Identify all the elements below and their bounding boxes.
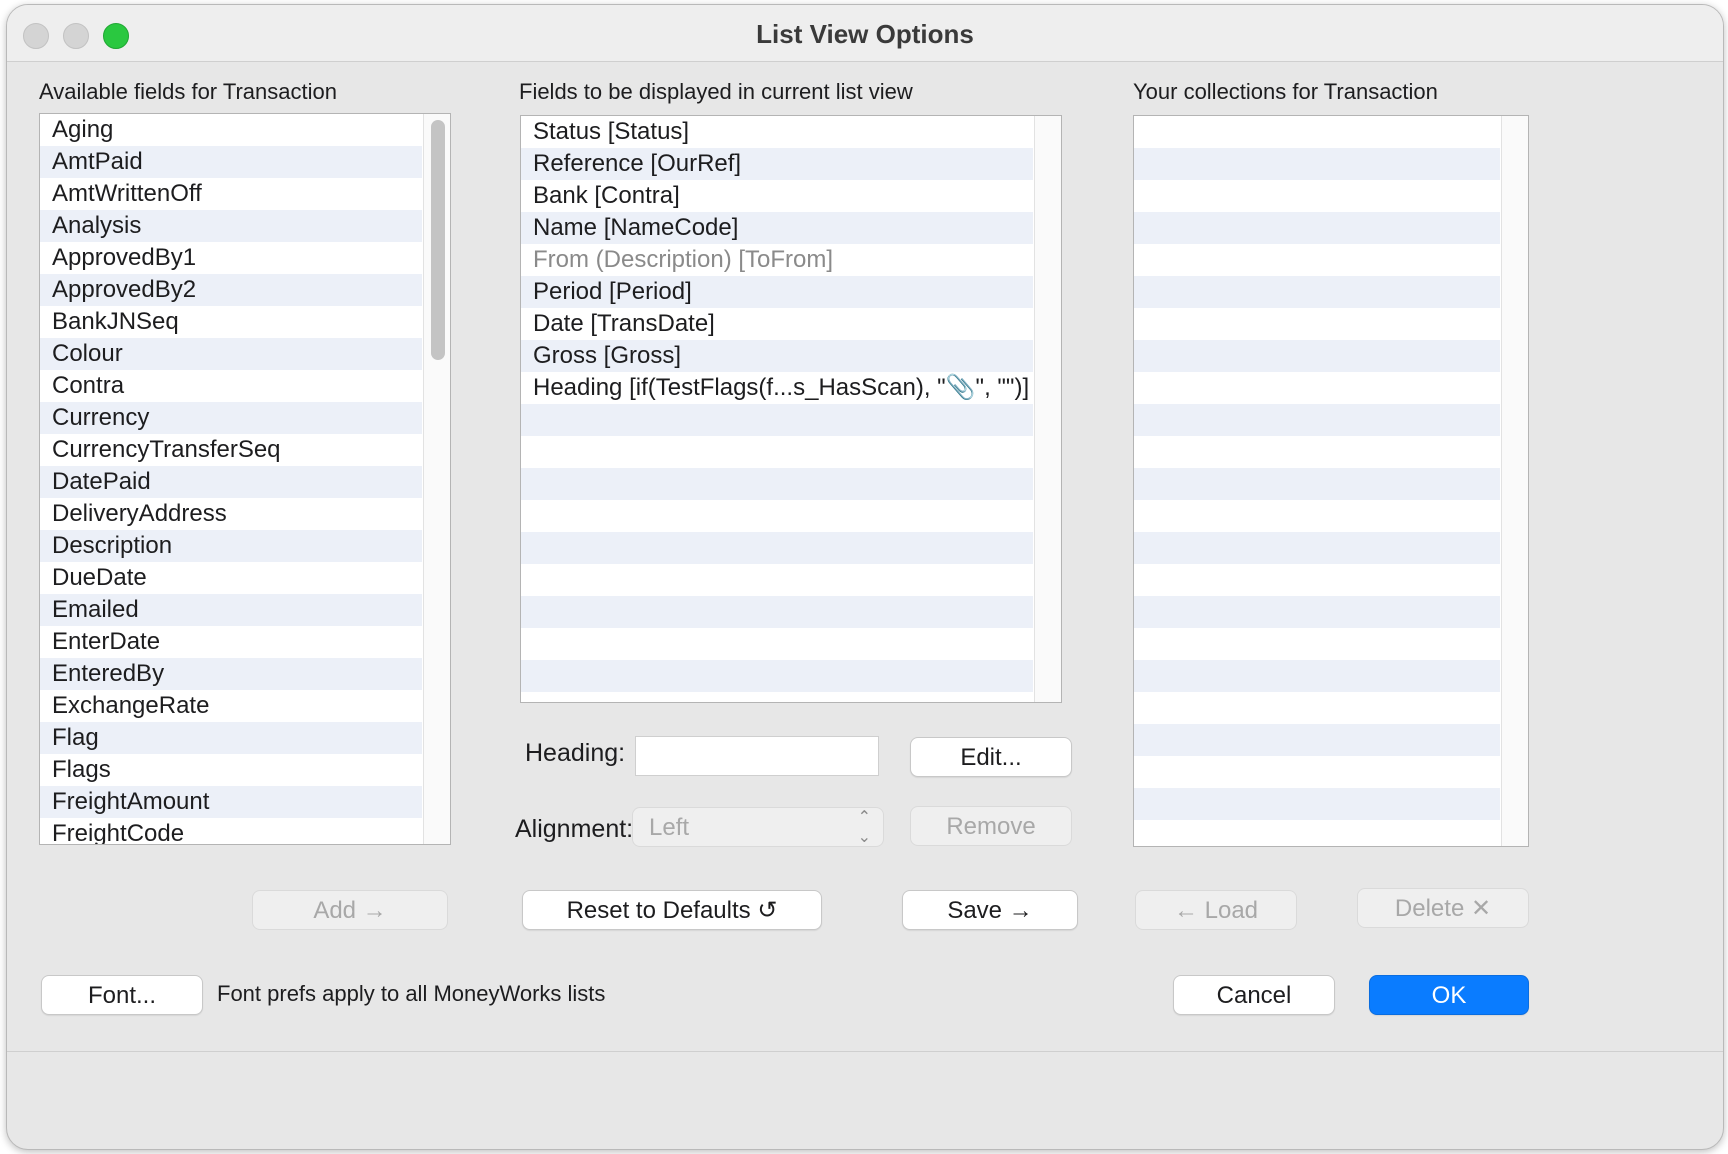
list-item[interactable]: DeliveryAddress — [40, 498, 422, 530]
heading-label: Heading: — [525, 739, 626, 767]
list-item[interactable]: CurrencyTransferSeq — [40, 434, 422, 466]
list-item[interactable]: DatePaid — [40, 466, 422, 498]
window-title: List View Options — [756, 19, 974, 49]
delete-button[interactable]: Delete ✕ — [1357, 888, 1529, 928]
load-button[interactable]: ← Load — [1135, 890, 1297, 930]
empty-row — [521, 468, 1033, 500]
empty-row — [1134, 820, 1500, 846]
alignment-value: Left — [649, 814, 690, 841]
cancel-button[interactable]: Cancel — [1173, 975, 1335, 1015]
empty-row — [1134, 756, 1500, 788]
list-item[interactable]: FreightCode — [40, 818, 422, 844]
displayed-fields-list[interactable]: Status [Status] Reference [OurRef] Bank [C… — [520, 115, 1062, 703]
empty-row — [1134, 308, 1500, 340]
font-prefs-note: Font prefs apply to all MoneyWorks lists — [217, 981, 606, 1006]
reset-to-defaults-button[interactable]: Reset to Defaults ↺ — [522, 890, 822, 930]
save-button[interactable]: Save → — [902, 890, 1078, 930]
empty-row — [1134, 244, 1500, 276]
list-item[interactable]: ApprovedBy1 — [40, 242, 422, 274]
list-item[interactable]: Flag — [40, 722, 422, 754]
list-item[interactable]: Reference [OurRef] — [521, 148, 1033, 180]
displayed-fields-rows: Status [Status] Reference [OurRef] Bank [C… — [521, 116, 1033, 702]
displayed-fields-scrollbar[interactable] — [1034, 116, 1061, 702]
empty-row — [1134, 340, 1500, 372]
empty-row — [521, 660, 1033, 692]
list-item[interactable]: ExchangeRate — [40, 690, 422, 722]
list-item[interactable]: Description — [40, 530, 422, 562]
list-item[interactable]: Analysis — [40, 210, 422, 242]
empty-row — [521, 692, 1033, 702]
list-item[interactable]: Status [Status] — [521, 116, 1033, 148]
list-item[interactable]: Name [NameCode] — [521, 212, 1033, 244]
list-item[interactable]: From (Description) [ToFrom] — [521, 244, 1033, 276]
empty-row — [1134, 788, 1500, 820]
empty-row — [521, 436, 1033, 468]
empty-row — [1134, 692, 1500, 724]
list-item[interactable]: AmtWrittenOff — [40, 178, 422, 210]
list-item[interactable]: Heading [if(TestFlags(f...s_HasScan), "📎… — [521, 372, 1033, 404]
empty-row — [1134, 180, 1500, 212]
empty-row — [1134, 660, 1500, 692]
empty-row — [521, 596, 1033, 628]
list-item[interactable]: AmtPaid — [40, 146, 422, 178]
list-item[interactable]: DueDate — [40, 562, 422, 594]
empty-row — [1134, 468, 1500, 500]
empty-row — [1134, 276, 1500, 308]
empty-row — [521, 500, 1033, 532]
font-button[interactable]: Font... — [41, 975, 203, 1015]
list-item[interactable]: EnterDate — [40, 626, 422, 658]
list-item[interactable]: Date [TransDate] — [521, 308, 1033, 340]
stepper-chevrons-icon: ⌃ ⌄ — [857, 809, 871, 846]
available-fields-rows: Aging AmtPaid AmtWrittenOff Analysis Approve… — [40, 114, 422, 844]
available-fields-scroll-thumb[interactable] — [431, 120, 445, 360]
available-fields-scrollbar[interactable] — [423, 114, 450, 844]
heading-input[interactable] — [635, 736, 879, 776]
list-item[interactable]: Contra — [40, 370, 422, 402]
alignment-label: Alignment: — [515, 815, 634, 843]
empty-row — [1134, 596, 1500, 628]
empty-row — [1134, 628, 1500, 660]
empty-row — [1134, 564, 1500, 596]
list-item[interactable]: BankJNSeq — [40, 306, 422, 338]
add-button[interactable]: Add → — [252, 890, 448, 930]
empty-row — [1134, 148, 1500, 180]
footer-divider — [7, 1051, 1723, 1052]
empty-row — [1134, 532, 1500, 564]
alignment-select[interactable]: Left ⌃ ⌄ — [632, 807, 884, 847]
empty-row — [1134, 500, 1500, 532]
empty-row — [1134, 212, 1500, 244]
list-item[interactable]: Bank [Contra] — [521, 180, 1033, 212]
empty-row — [521, 564, 1033, 596]
list-item[interactable]: ApprovedBy2 — [40, 274, 422, 306]
list-item[interactable]: Period [Period] — [521, 276, 1033, 308]
available-fields-list[interactable]: Aging AmtPaid AmtWrittenOff Analysis Approve… — [39, 113, 451, 845]
empty-row — [521, 532, 1033, 564]
edit-button[interactable]: Edit... — [910, 737, 1072, 777]
displayed-fields-label: Fields to be displayed in current list v… — [519, 79, 913, 104]
empty-row — [1134, 436, 1500, 468]
list-item[interactable]: EnteredBy — [40, 658, 422, 690]
titlebar: List View Options — [7, 5, 1723, 62]
collections-rows — [1134, 116, 1500, 846]
list-item[interactable]: Flags — [40, 754, 422, 786]
list-item[interactable]: Gross [Gross] — [521, 340, 1033, 372]
list-item[interactable]: Colour — [40, 338, 422, 370]
empty-row — [521, 628, 1033, 660]
empty-row — [521, 404, 1033, 436]
collections-list[interactable] — [1133, 115, 1529, 847]
available-fields-label: Available fields for Transaction — [39, 79, 337, 104]
collections-label: Your collections for Transaction — [1133, 79, 1438, 104]
list-item[interactable]: Aging — [40, 114, 422, 146]
empty-row — [1134, 372, 1500, 404]
remove-button[interactable]: Remove — [910, 806, 1072, 846]
list-item[interactable]: Emailed — [40, 594, 422, 626]
empty-row — [1134, 116, 1500, 148]
list-item[interactable]: Currency — [40, 402, 422, 434]
list-item[interactable]: FreightAmount — [40, 786, 422, 818]
ok-button[interactable]: OK — [1369, 975, 1529, 1015]
collections-scrollbar[interactable] — [1501, 116, 1528, 846]
empty-row — [1134, 724, 1500, 756]
list-view-options-window: List View Options Available fields for T… — [6, 4, 1724, 1150]
empty-row — [1134, 404, 1500, 436]
